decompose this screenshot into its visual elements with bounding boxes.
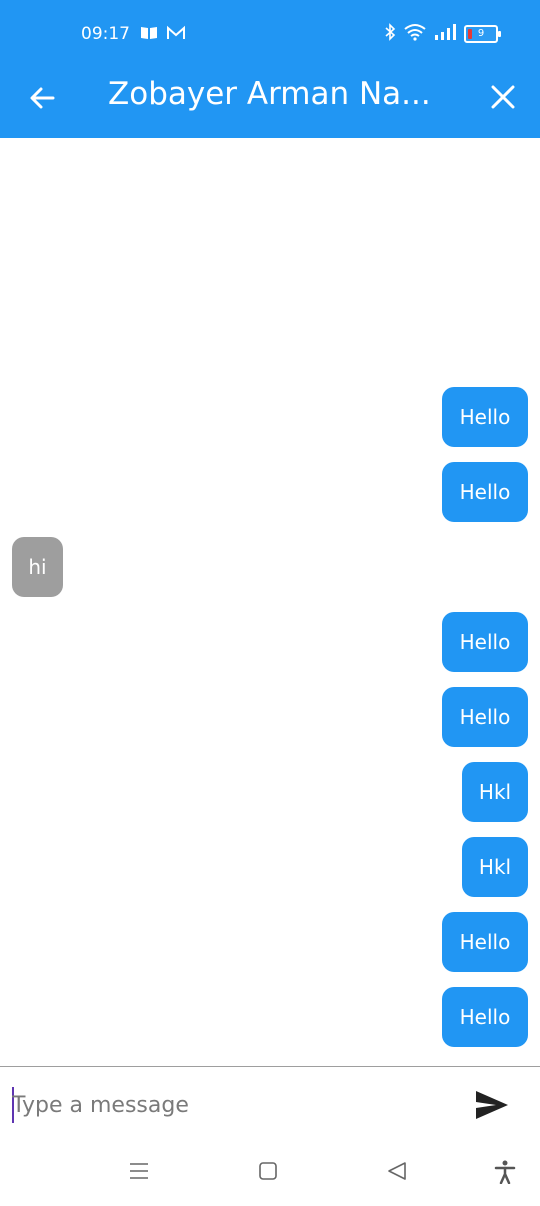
accessibility-icon[interactable] bbox=[494, 1160, 516, 1188]
home-icon[interactable] bbox=[258, 1160, 278, 1186]
sent-message-bubble[interactable]: Hello bbox=[442, 912, 528, 972]
system-nav-bar bbox=[0, 1142, 540, 1206]
message-row: Hello bbox=[0, 462, 540, 522]
app-bar: Zobayer Arman Na... bbox=[0, 68, 540, 138]
sent-message-bubble[interactable]: Hello bbox=[442, 987, 528, 1047]
bluetooth-icon bbox=[384, 23, 396, 45]
message-input[interactable] bbox=[12, 1085, 452, 1125]
message-row: Hello bbox=[0, 912, 540, 972]
message-row: Hkl bbox=[0, 762, 540, 822]
arrow-left-icon[interactable] bbox=[27, 82, 59, 114]
message-row: Hello bbox=[0, 387, 540, 447]
message-row: Hello bbox=[0, 612, 540, 672]
message-row: Hello bbox=[0, 687, 540, 747]
message-list[interactable]: Hello Hello hi Hello Hello Hkl Hkl Hello… bbox=[0, 138, 540, 1066]
sent-message-bubble[interactable]: Hkl bbox=[462, 837, 528, 897]
received-message-bubble[interactable]: hi bbox=[12, 537, 63, 597]
battery-icon: 9 bbox=[464, 25, 501, 43]
page-title: Zobayer Arman Na... bbox=[108, 76, 431, 112]
gmail-icon bbox=[166, 25, 186, 45]
send-icon[interactable] bbox=[474, 1089, 510, 1121]
back-icon[interactable] bbox=[386, 1160, 408, 1186]
top-bar: 09:17 9 Zobayer Arman Na... bbox=[0, 0, 540, 138]
sent-message-bubble[interactable]: Hello bbox=[442, 462, 528, 522]
status-bar: 09:17 9 bbox=[0, 0, 540, 68]
wifi-icon bbox=[404, 23, 426, 45]
sent-message-bubble[interactable]: Hello bbox=[442, 687, 528, 747]
sent-message-bubble[interactable]: Hkl bbox=[462, 762, 528, 822]
message-row: hi bbox=[0, 537, 540, 597]
message-row: Hkl bbox=[0, 837, 540, 897]
sent-message-bubble[interactable]: Hello bbox=[442, 612, 528, 672]
close-icon[interactable] bbox=[490, 84, 516, 110]
sent-message-bubble[interactable]: Hello bbox=[442, 387, 528, 447]
menu-icon[interactable] bbox=[128, 1160, 150, 1186]
message-composer bbox=[0, 1066, 540, 1143]
message-row: Hello bbox=[0, 987, 540, 1047]
status-time: 09:17 bbox=[81, 24, 130, 44]
book-icon bbox=[140, 25, 158, 45]
signal-icon bbox=[434, 24, 456, 44]
